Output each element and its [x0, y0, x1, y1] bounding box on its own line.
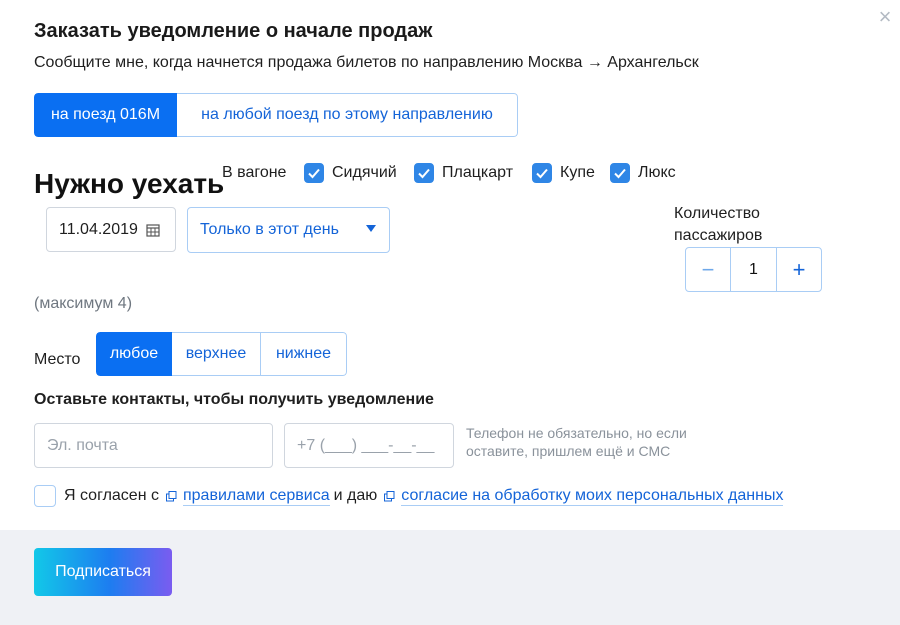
checkbox-checked-icon: [414, 163, 434, 183]
passengers-count[interactable]: 1: [731, 247, 776, 292]
phone-field[interactable]: [284, 423, 454, 468]
subscribe-button[interactable]: Подписаться: [34, 548, 172, 596]
checkbox-checked-icon: [532, 163, 552, 183]
seat-label: Место: [34, 351, 81, 368]
external-link-icon: [165, 490, 177, 501]
checkbox-checked-icon: [610, 163, 630, 183]
contacts-title: Оставьте контакты, чтобы получить уведом…: [34, 391, 434, 408]
rules-link[interactable]: правилами сервиса: [182, 487, 330, 506]
modal-subtitle: Сообщите мне, когда начнется продажа бил…: [34, 54, 699, 71]
date-input[interactable]: 11.04.2019: [46, 207, 176, 252]
passengers-max-note: (максимум 4): [34, 295, 133, 312]
wagon-checkbox-kupe[interactable]: Купе: [532, 163, 595, 183]
checkbox-checked-icon: [304, 163, 324, 183]
wagon-label: В вагоне: [222, 164, 287, 181]
option-specific-train[interactable]: на поезд 016М: [34, 93, 177, 137]
email-field[interactable]: [34, 423, 273, 468]
day-range-select[interactable]: Только в этот день: [187, 207, 390, 253]
day-range-value: Только в этот день: [200, 221, 339, 238]
seat-option-any[interactable]: любое: [96, 332, 172, 376]
passengers-increment-button[interactable]: +: [776, 247, 822, 292]
chevron-down-icon: [366, 225, 376, 232]
close-icon[interactable]: ×: [874, 6, 896, 28]
modal-title: Заказать уведомление о начале продаж: [34, 20, 433, 42]
agreement-row: Я согласен с правилами сервиса и даю сог…: [34, 485, 784, 507]
train-choice-toggle: на поезд 016М на любой поезд по этому на…: [34, 93, 518, 137]
seat-option-upper[interactable]: верхнее: [172, 332, 261, 376]
wagon-checkbox-platzkart[interactable]: Плацкарт: [414, 163, 513, 183]
wagon-type-label: Плацкарт: [442, 164, 514, 181]
passengers-decrement-button[interactable]: −: [685, 247, 731, 292]
agreement-middle: и даю: [333, 487, 378, 504]
seat-choice-toggle: любое верхнее нижнее: [96, 332, 347, 376]
departure-heading: Нужно уехать: [34, 168, 225, 199]
wagon-type-label: Купе: [560, 164, 595, 181]
date-value: 11.04.2019: [59, 220, 138, 238]
wagon-checkbox-seated[interactable]: Сидячий: [304, 163, 397, 183]
wagon-type-label: Сидячий: [332, 164, 397, 181]
agreement-prefix: Я согласен с: [64, 487, 159, 504]
agreement-checkbox[interactable]: [34, 485, 56, 507]
seat-option-lower[interactable]: нижнее: [261, 332, 347, 376]
calendar-icon: [146, 223, 160, 237]
wagon-type-label: Люкс: [638, 164, 676, 181]
external-link-icon: [384, 490, 395, 501]
passengers-label: Количество пассажиров: [674, 205, 763, 244]
phone-hint: Телефон не обязательно, но если оставите…: [466, 425, 687, 459]
consent-link[interactable]: согласие на обработку моих персональных …: [401, 487, 784, 506]
option-any-train[interactable]: на любой поезд по этому направлению: [177, 93, 518, 137]
passengers-stepper: − 1 +: [685, 247, 822, 292]
wagon-checkbox-lux[interactable]: Люкс: [610, 163, 676, 183]
